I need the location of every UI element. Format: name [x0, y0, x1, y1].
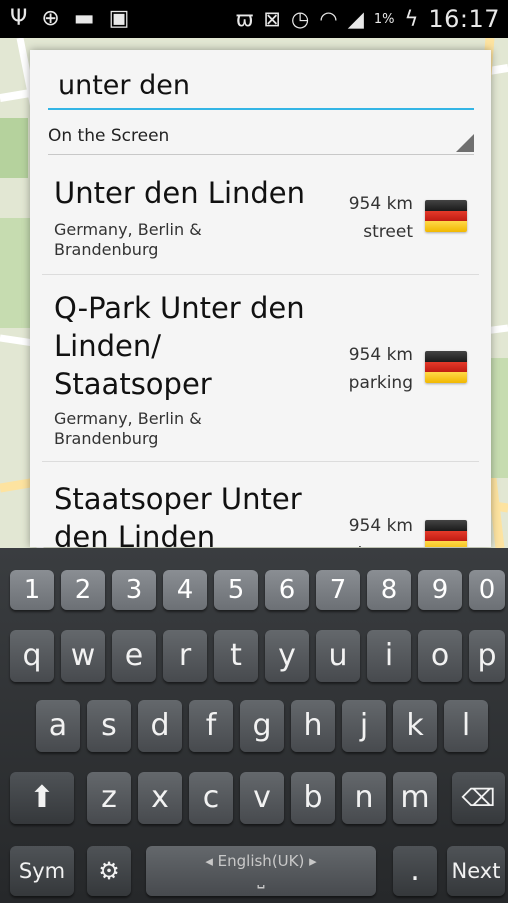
sd-card-icon: ▣: [108, 6, 130, 31]
german-flag-icon: [425, 520, 467, 547]
key-2[interactable]: 2: [61, 570, 105, 610]
key-7[interactable]: 7: [316, 570, 360, 610]
result-row[interactable]: Unter den Linden Germany, Berlin & Brand…: [42, 160, 479, 275]
shift-arrow-icon: ⬆: [29, 780, 55, 815]
key-d[interactable]: d: [138, 700, 182, 752]
key-g[interactable]: g: [240, 700, 284, 752]
search-input-value: unter den: [58, 70, 190, 101]
search-input[interactable]: unter den: [48, 66, 474, 110]
wifi-icon: ◠: [319, 7, 338, 31]
gps-icon: ⊕: [41, 6, 60, 31]
signal-icon: ◢: [347, 7, 364, 31]
key-k[interactable]: k: [393, 700, 437, 752]
key-e[interactable]: e: [112, 630, 156, 682]
key-0[interactable]: 0: [469, 570, 505, 610]
result-subtitle: Germany, Berlin & Brandenburg: [54, 409, 202, 448]
key-9[interactable]: 9: [418, 570, 462, 610]
result-subtitle: Germany, Berlin & Brandenburg: [54, 220, 202, 259]
key-8[interactable]: 8: [367, 570, 411, 610]
key-j[interactable]: j: [342, 700, 386, 752]
key-a[interactable]: a: [36, 700, 80, 752]
result-distance: 954 km: [348, 345, 413, 365]
key-w[interactable]: w: [61, 630, 105, 682]
result-title: Unter den Linden: [54, 176, 306, 210]
result-title: Staatsoper Unter den Linden: [54, 482, 302, 547]
key-s[interactable]: s: [87, 700, 131, 752]
key-y[interactable]: y: [265, 630, 309, 682]
gear-icon: ⚙: [98, 857, 120, 885]
result-distance: 954 km: [348, 194, 413, 214]
result-kind: theatre: [351, 544, 413, 547]
clock: 16:17: [428, 5, 500, 33]
battery-charging-icon: ϟ: [404, 7, 419, 31]
sym-key[interactable]: Sym: [10, 846, 74, 896]
result-kind: street: [363, 222, 413, 242]
next-key-label: Next: [451, 859, 501, 883]
sym-key-label: Sym: [18, 859, 66, 883]
scope-dropdown[interactable]: On the Screen: [48, 120, 474, 155]
alarm-icon: ◷: [291, 7, 310, 31]
german-flag-icon: [425, 200, 467, 232]
key-q[interactable]: q: [10, 630, 54, 682]
period-key-label: .: [410, 853, 420, 888]
key-l[interactable]: l: [444, 700, 488, 752]
key-5[interactable]: 5: [214, 570, 258, 610]
key-x[interactable]: x: [138, 772, 182, 824]
backspace-key[interactable]: ⌫: [452, 772, 505, 824]
key-b[interactable]: b: [291, 772, 335, 824]
key-r[interactable]: r: [163, 630, 207, 682]
key-z[interactable]: z: [87, 772, 131, 824]
search-dialog: unter den On the Screen Unter den Linden…: [30, 50, 491, 547]
space-bar-icon: ⎵: [257, 868, 265, 889]
key-f[interactable]: f: [189, 700, 233, 752]
space-key[interactable]: ◂ English(UK) ▸ ⎵: [146, 846, 376, 896]
key-i[interactable]: i: [367, 630, 411, 682]
result-title: Q-Park Unter den Linden/ Staatsoper: [54, 291, 305, 401]
keyboard-icon: ▬: [73, 6, 95, 31]
key-4[interactable]: 4: [163, 570, 207, 610]
key-n[interactable]: n: [342, 772, 386, 824]
result-distance: 954 km: [348, 516, 413, 536]
scope-dropdown-label: On the Screen: [48, 126, 170, 146]
result-row[interactable]: Q-Park Unter den Linden/ Staatsoper Germ…: [42, 275, 479, 462]
key-6[interactable]: 6: [265, 570, 309, 610]
period-key[interactable]: .: [393, 846, 437, 896]
key-t[interactable]: t: [214, 630, 258, 682]
result-kind: parking: [348, 373, 413, 393]
key-o[interactable]: o: [418, 630, 462, 682]
german-flag-icon: [425, 351, 467, 383]
status-bar: Ψ ⊕ ▬ ▣ ϖ ⊠ ◷ ◠ ◢ 1% ϟ 16:17: [0, 0, 508, 38]
next-key[interactable]: Next: [447, 846, 505, 896]
shift-key[interactable]: ⬆: [10, 772, 74, 824]
key-p[interactable]: p: [469, 630, 505, 682]
soft-keyboard: 1 2 3 4 5 6 7 8 9 0 q w e r t y u i o p …: [0, 548, 508, 903]
usb-icon: Ψ: [10, 6, 28, 31]
key-c[interactable]: c: [189, 772, 233, 824]
settings-key[interactable]: ⚙: [87, 846, 131, 896]
backspace-icon: ⌫: [461, 784, 496, 812]
dropdown-corner-icon: [456, 134, 474, 152]
key-h[interactable]: h: [291, 700, 335, 752]
nfc-icon: ϖ: [235, 7, 254, 31]
key-v[interactable]: v: [240, 772, 284, 824]
key-u[interactable]: u: [316, 630, 360, 682]
key-1[interactable]: 1: [10, 570, 54, 610]
result-row[interactable]: Staatsoper Unter den Linden 954 km theat…: [42, 462, 479, 547]
key-m[interactable]: m: [393, 772, 437, 824]
battery-percent: 1%: [373, 11, 395, 27]
results-list: Unter den Linden Germany, Berlin & Brand…: [30, 160, 491, 547]
key-3[interactable]: 3: [112, 570, 156, 610]
mute-icon: ⊠: [263, 7, 282, 31]
